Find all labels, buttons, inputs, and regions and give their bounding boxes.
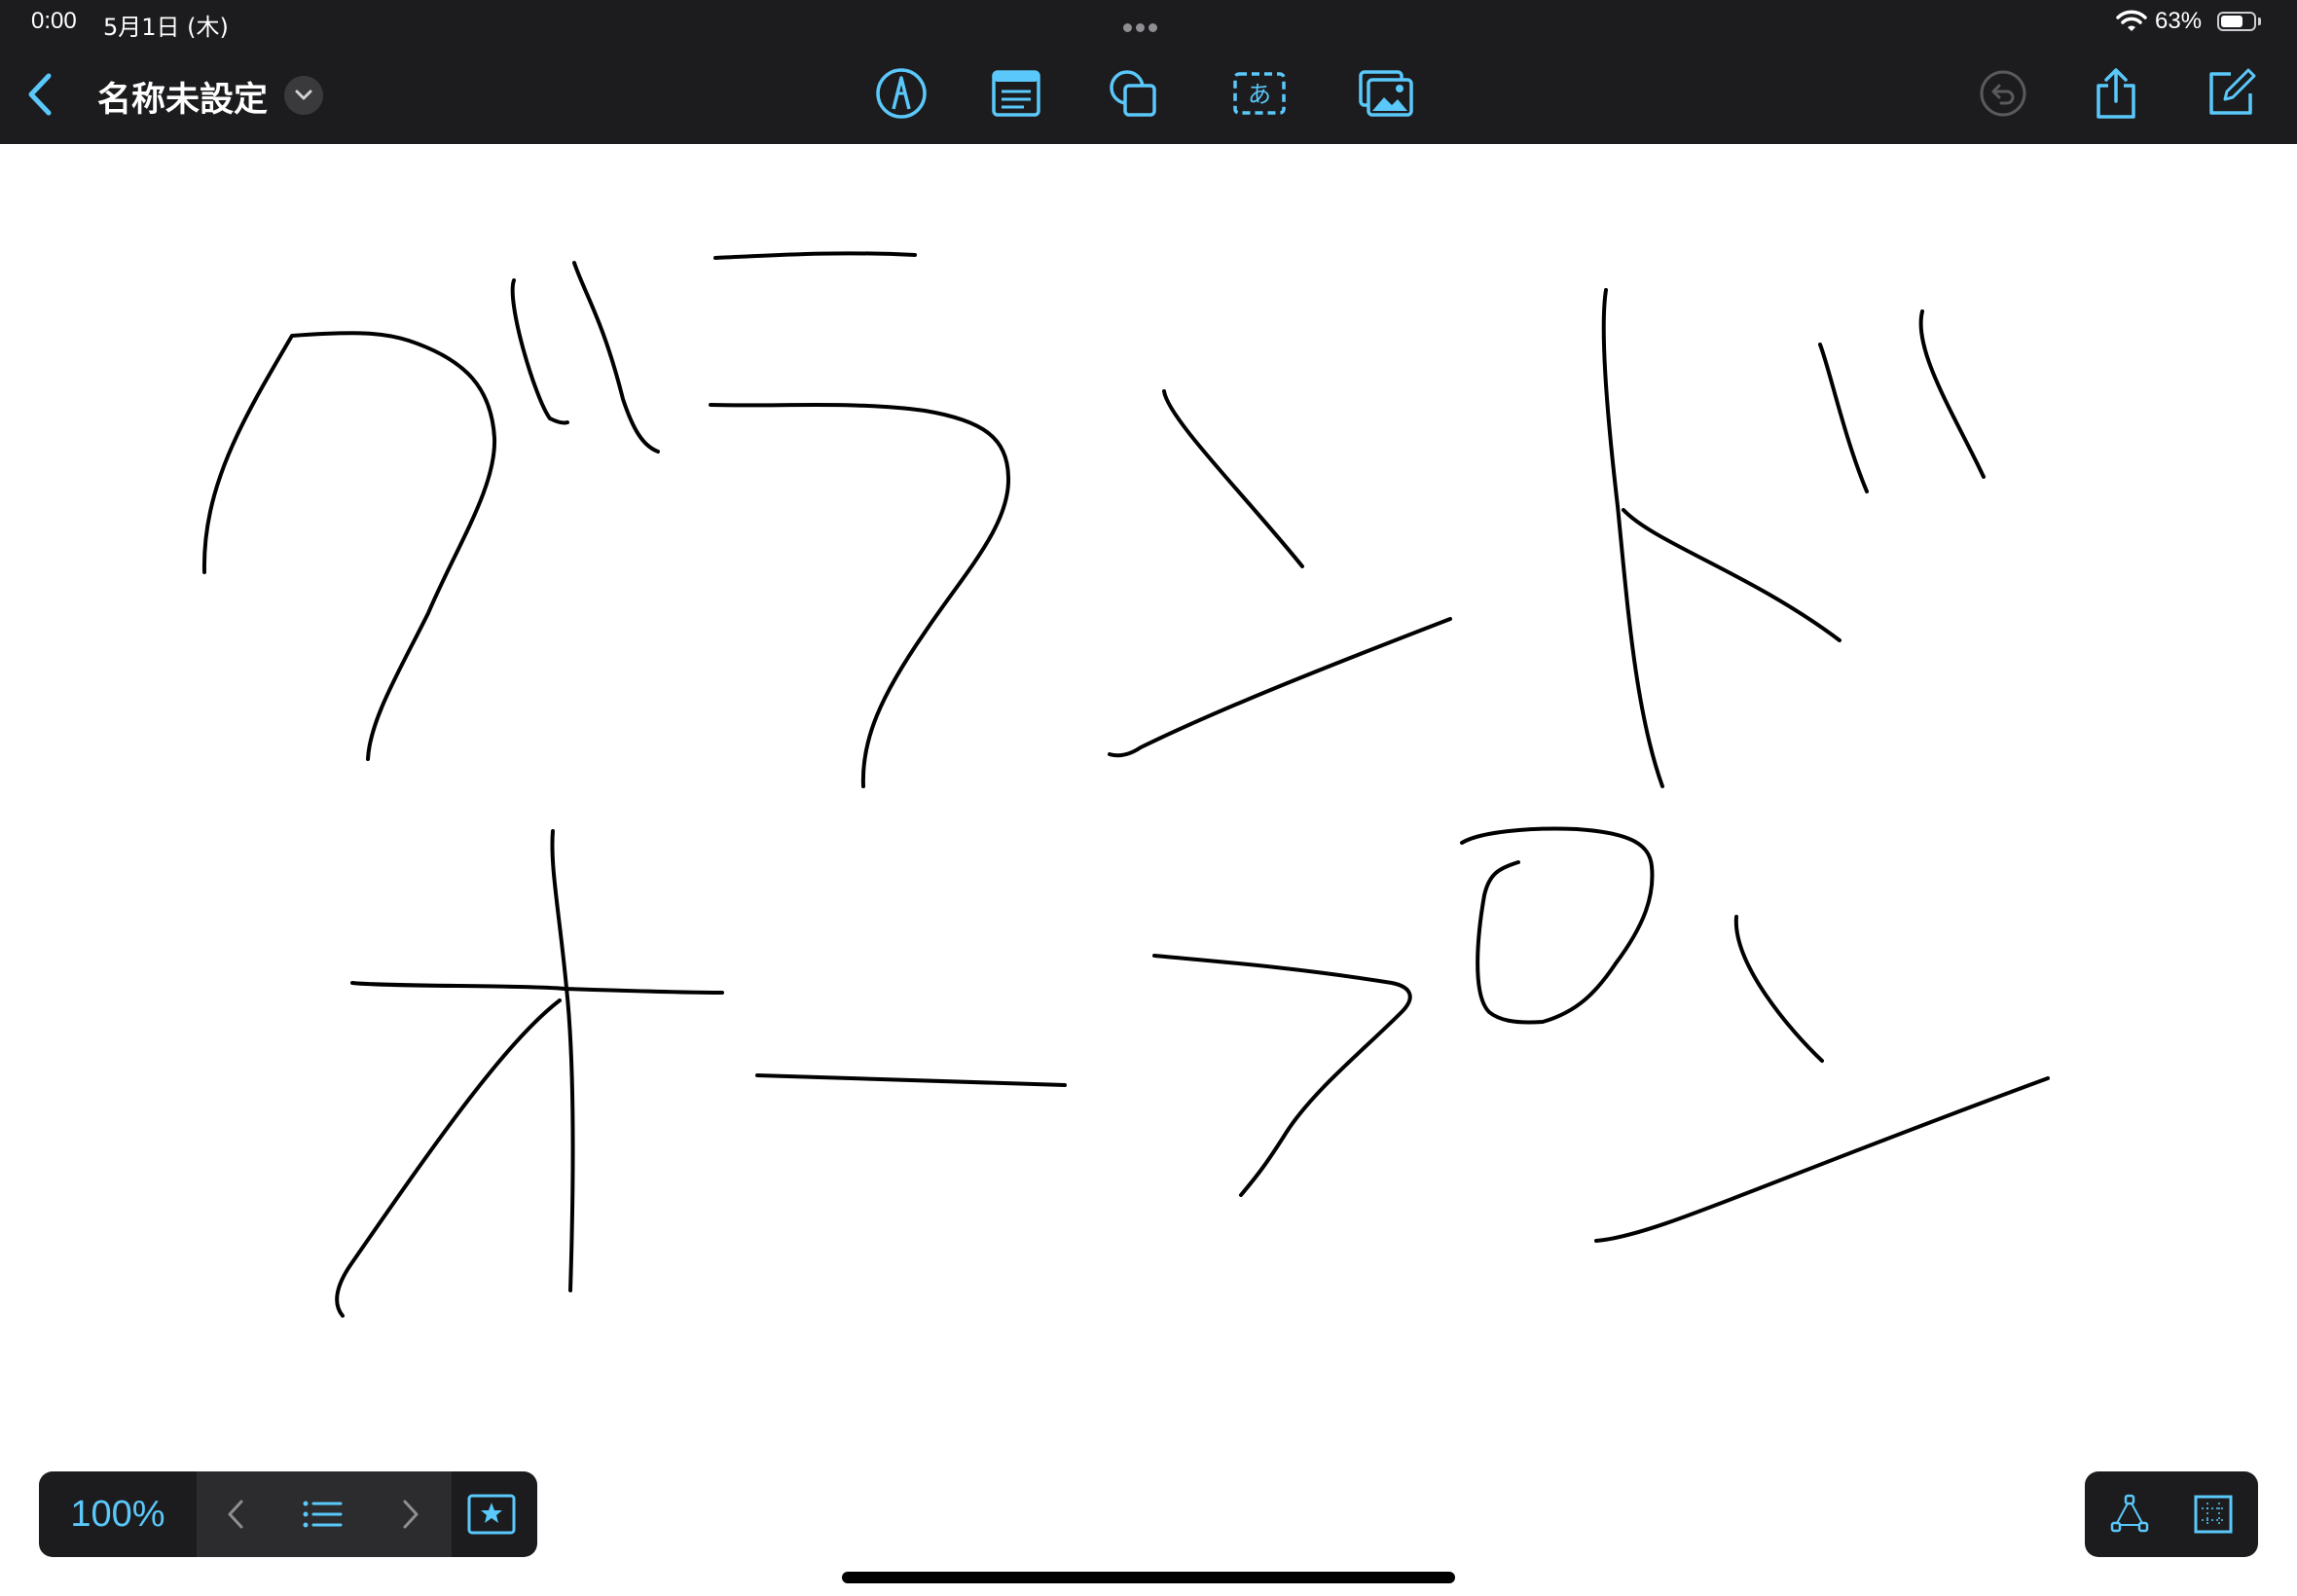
status-date: 5月1日 (木) <box>103 14 229 41</box>
zoom-page-bar: 100% <box>39 1471 537 1557</box>
undo-icon[interactable] <box>1974 64 2032 123</box>
selection-tools-bar <box>2085 1471 2258 1557</box>
battery-percent: 63% <box>2155 8 2203 34</box>
text-box-icon[interactable]: あ <box>1230 64 1289 123</box>
back-chevron-icon[interactable] <box>19 70 58 119</box>
selection-grid-icon[interactable] <box>2186 1488 2241 1541</box>
note-icon[interactable] <box>987 64 1045 123</box>
handwriting-guran-do <box>201 251 1986 788</box>
share-icon[interactable] <box>2087 64 2145 123</box>
page-list-icon[interactable] <box>296 1490 350 1539</box>
lasso-icon[interactable] <box>2102 1488 2157 1541</box>
drawing-canvas[interactable] <box>0 144 2297 1596</box>
compose-icon[interactable] <box>2202 64 2260 123</box>
svg-text:あ: あ <box>1248 81 1271 108</box>
pen-icon[interactable] <box>872 64 930 123</box>
battery-icon <box>2217 12 2256 31</box>
multitasking-dots-icon[interactable] <box>1123 18 1161 36</box>
wifi-icon <box>2116 10 2147 31</box>
title-menu-chevron-icon[interactable] <box>284 76 323 115</box>
home-indicator[interactable] <box>842 1572 1455 1583</box>
photos-icon[interactable] <box>1357 64 1415 123</box>
document-title[interactable]: 名称未設定 <box>97 72 268 122</box>
bookmark-star-icon[interactable] <box>463 1490 520 1539</box>
status-time: 0:00 <box>31 8 77 34</box>
page-navigation <box>197 1471 452 1557</box>
shapes-icon[interactable] <box>1104 64 1162 123</box>
status-bar: 0:00 5月1日 (木) 63% <box>0 0 2297 47</box>
battery-tip <box>2258 18 2261 25</box>
prev-page-icon[interactable] <box>212 1490 261 1539</box>
top-toolbar: 0:00 5月1日 (木) 63% 名称未設定 あ <box>0 0 2297 144</box>
zoom-level[interactable]: 100% <box>39 1471 197 1557</box>
next-page-icon[interactable] <box>385 1490 434 1539</box>
handwriting-oopun <box>335 826 2050 1318</box>
